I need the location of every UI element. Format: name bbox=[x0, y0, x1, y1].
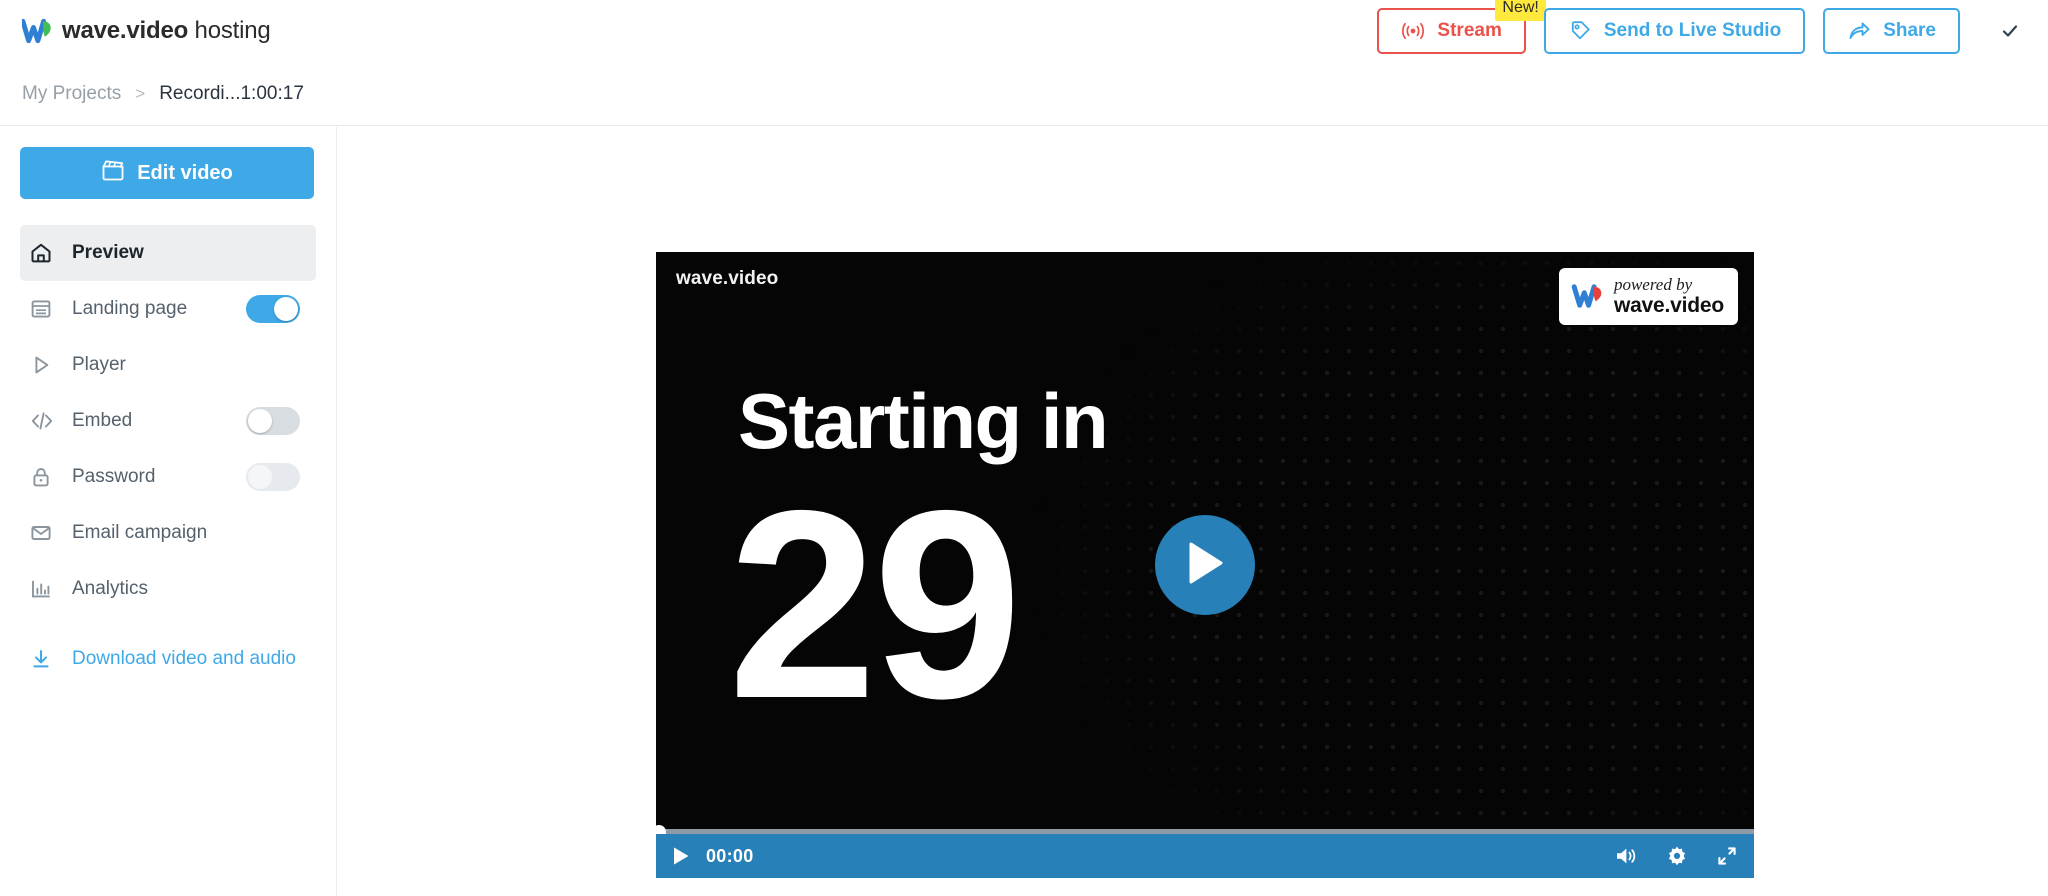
play-outline-icon bbox=[30, 354, 60, 376]
check-icon[interactable] bbox=[1990, 0, 2030, 62]
edit-video-button[interactable]: Edit video bbox=[20, 147, 314, 199]
powered-by-line2: wave.video bbox=[1613, 294, 1724, 317]
send-to-live-studio-label: Send to Live Studio bbox=[1603, 20, 1782, 41]
tag-icon bbox=[1568, 19, 1592, 43]
volume-icon[interactable] bbox=[1614, 845, 1638, 867]
sidebar-item-preview-label: Preview bbox=[72, 242, 144, 263]
play-icon bbox=[1185, 541, 1225, 590]
edit-video-label: Edit video bbox=[137, 161, 233, 184]
player-controls-right bbox=[1614, 845, 1738, 867]
player-controls: 00:00 bbox=[656, 834, 1754, 878]
send-to-live-studio-button[interactable]: Send to Live Studio bbox=[1543, 8, 1806, 54]
sidebar-item-analytics[interactable]: Analytics bbox=[20, 561, 316, 617]
share-button-label: Share bbox=[1883, 20, 1936, 41]
download-icon bbox=[30, 648, 60, 670]
sidebar-item-preview[interactable]: Preview bbox=[20, 225, 316, 281]
powered-by-badge[interactable]: powered by wave.video bbox=[1558, 268, 1738, 325]
embed-toggle[interactable] bbox=[246, 407, 300, 435]
wave-w-logo-icon bbox=[22, 18, 52, 44]
code-icon bbox=[30, 410, 60, 432]
download-video-and-audio-link[interactable]: Download video and audio bbox=[20, 633, 316, 685]
home-icon bbox=[30, 242, 60, 264]
brand-text: wave.video hosting bbox=[62, 17, 271, 45]
main-content: wave.video powered by wave.video Startin… bbox=[338, 127, 2048, 896]
breadcrumb-my-projects[interactable]: My Projects bbox=[22, 83, 121, 105]
slide-title: Starting in bbox=[738, 377, 1109, 465]
brand: wave.video hosting bbox=[22, 17, 271, 45]
stream-button-label: Stream bbox=[1437, 20, 1502, 41]
slide-countdown-number: 29 bbox=[728, 454, 1022, 754]
sidebar-item-email-campaign-label: Email campaign bbox=[72, 522, 208, 543]
bar-chart-icon bbox=[30, 578, 60, 600]
lock-icon bbox=[30, 466, 60, 488]
sidebar-item-landing-page[interactable]: Landing page bbox=[20, 281, 316, 337]
download-link-label: Download video and audio bbox=[72, 648, 296, 669]
clapperboard-icon bbox=[101, 159, 125, 187]
sidebar: Edit video Preview Landing page Player E… bbox=[0, 127, 337, 896]
powered-by-text: powered by wave.video bbox=[1614, 276, 1724, 316]
sidebar-item-password[interactable]: Password bbox=[20, 449, 316, 505]
sidebar-item-embed[interactable]: Embed bbox=[20, 393, 316, 449]
sidebar-item-analytics-label: Analytics bbox=[72, 578, 149, 599]
video-player[interactable]: wave.video powered by wave.video Startin… bbox=[656, 252, 1754, 878]
sidebar-item-email-campaign[interactable]: Email campaign bbox=[20, 505, 316, 561]
play-button-control[interactable] bbox=[672, 846, 690, 866]
sidebar-item-player-label: Player bbox=[72, 354, 126, 375]
current-time: 00:00 bbox=[706, 845, 754, 866]
powered-by-line1: powered by bbox=[1613, 275, 1693, 294]
breadcrumb-current: Recordi...1:00:17 bbox=[159, 82, 304, 104]
new-badge: New! bbox=[1495, 0, 1546, 21]
fullscreen-icon[interactable] bbox=[1716, 845, 1738, 867]
sidebar-nav: Preview Landing page Player Embed Passwo… bbox=[20, 225, 316, 685]
header-actions: Stream New! Send to Live Studio Share bbox=[1377, 0, 2048, 62]
sidebar-item-embed-label: Embed bbox=[72, 410, 133, 431]
gear-icon[interactable] bbox=[1666, 845, 1688, 867]
landing-page-icon bbox=[30, 298, 60, 320]
password-toggle[interactable] bbox=[246, 463, 300, 491]
breadcrumb: My Projects > Recordi...1:00:17 bbox=[0, 62, 2048, 126]
wave-w-logo-icon bbox=[1571, 284, 1605, 308]
broadcast-icon bbox=[1401, 22, 1425, 40]
share-button[interactable]: Share bbox=[1823, 8, 1960, 54]
stream-button[interactable]: Stream New! bbox=[1377, 0, 1546, 54]
play-button-overlay[interactable] bbox=[1155, 515, 1255, 615]
brand-name: wave.video bbox=[62, 17, 189, 44]
landing-page-toggle[interactable] bbox=[246, 295, 300, 323]
video-watermark: wave.video bbox=[676, 268, 779, 289]
breadcrumb-separator-icon: > bbox=[135, 83, 146, 103]
sidebar-item-player[interactable]: Player bbox=[20, 337, 316, 393]
sidebar-item-password-label: Password bbox=[72, 466, 156, 487]
share-arrow-icon bbox=[1847, 19, 1871, 43]
brand-suffix: hosting bbox=[188, 17, 271, 44]
app-header: wave.video hosting Stream New! Send to L… bbox=[0, 0, 2048, 62]
sidebar-item-landing-page-label: Landing page bbox=[72, 298, 188, 319]
envelope-icon bbox=[30, 522, 60, 544]
